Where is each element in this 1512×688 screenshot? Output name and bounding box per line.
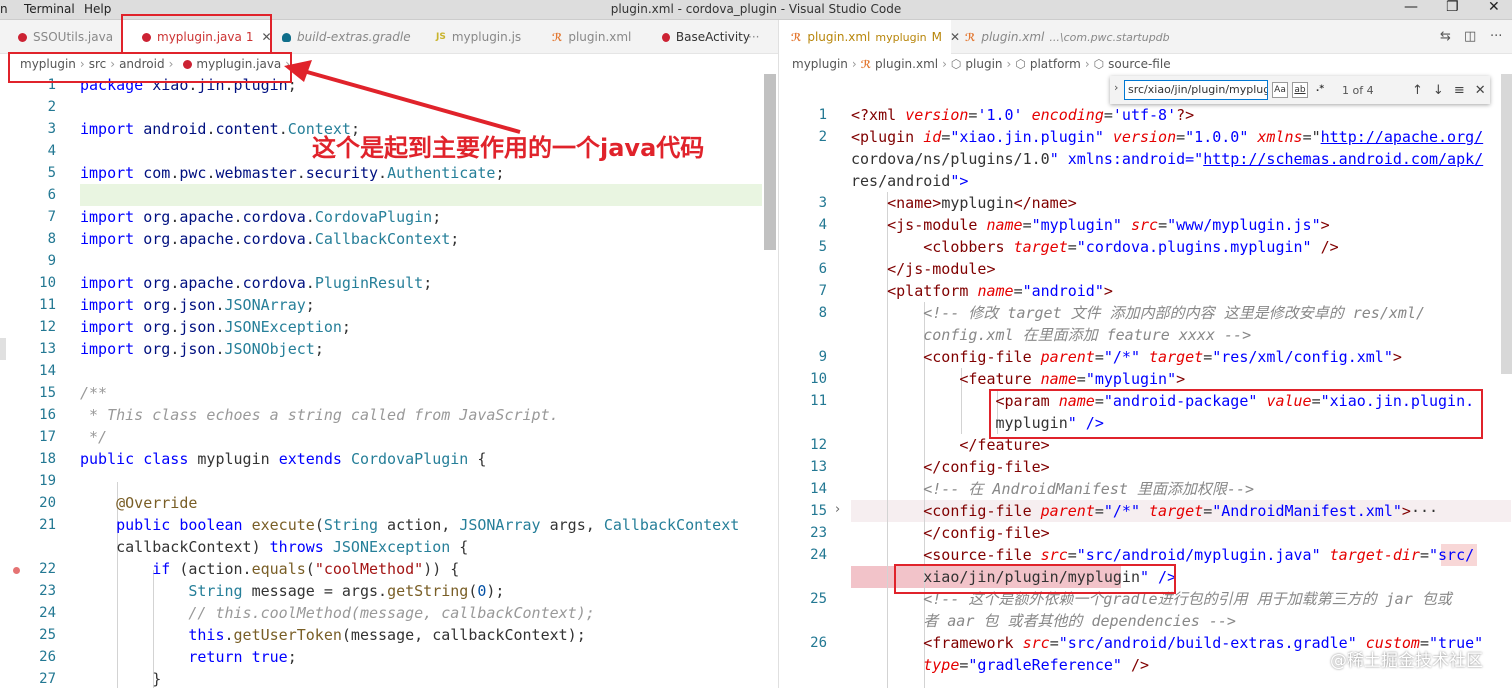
- annotation-text: 这个是起到主要作用的一个java代码: [312, 134, 705, 162]
- watermark-text: @稀土掘金技术社区: [1330, 651, 1483, 671]
- annotation-arrow: [284, 60, 521, 134]
